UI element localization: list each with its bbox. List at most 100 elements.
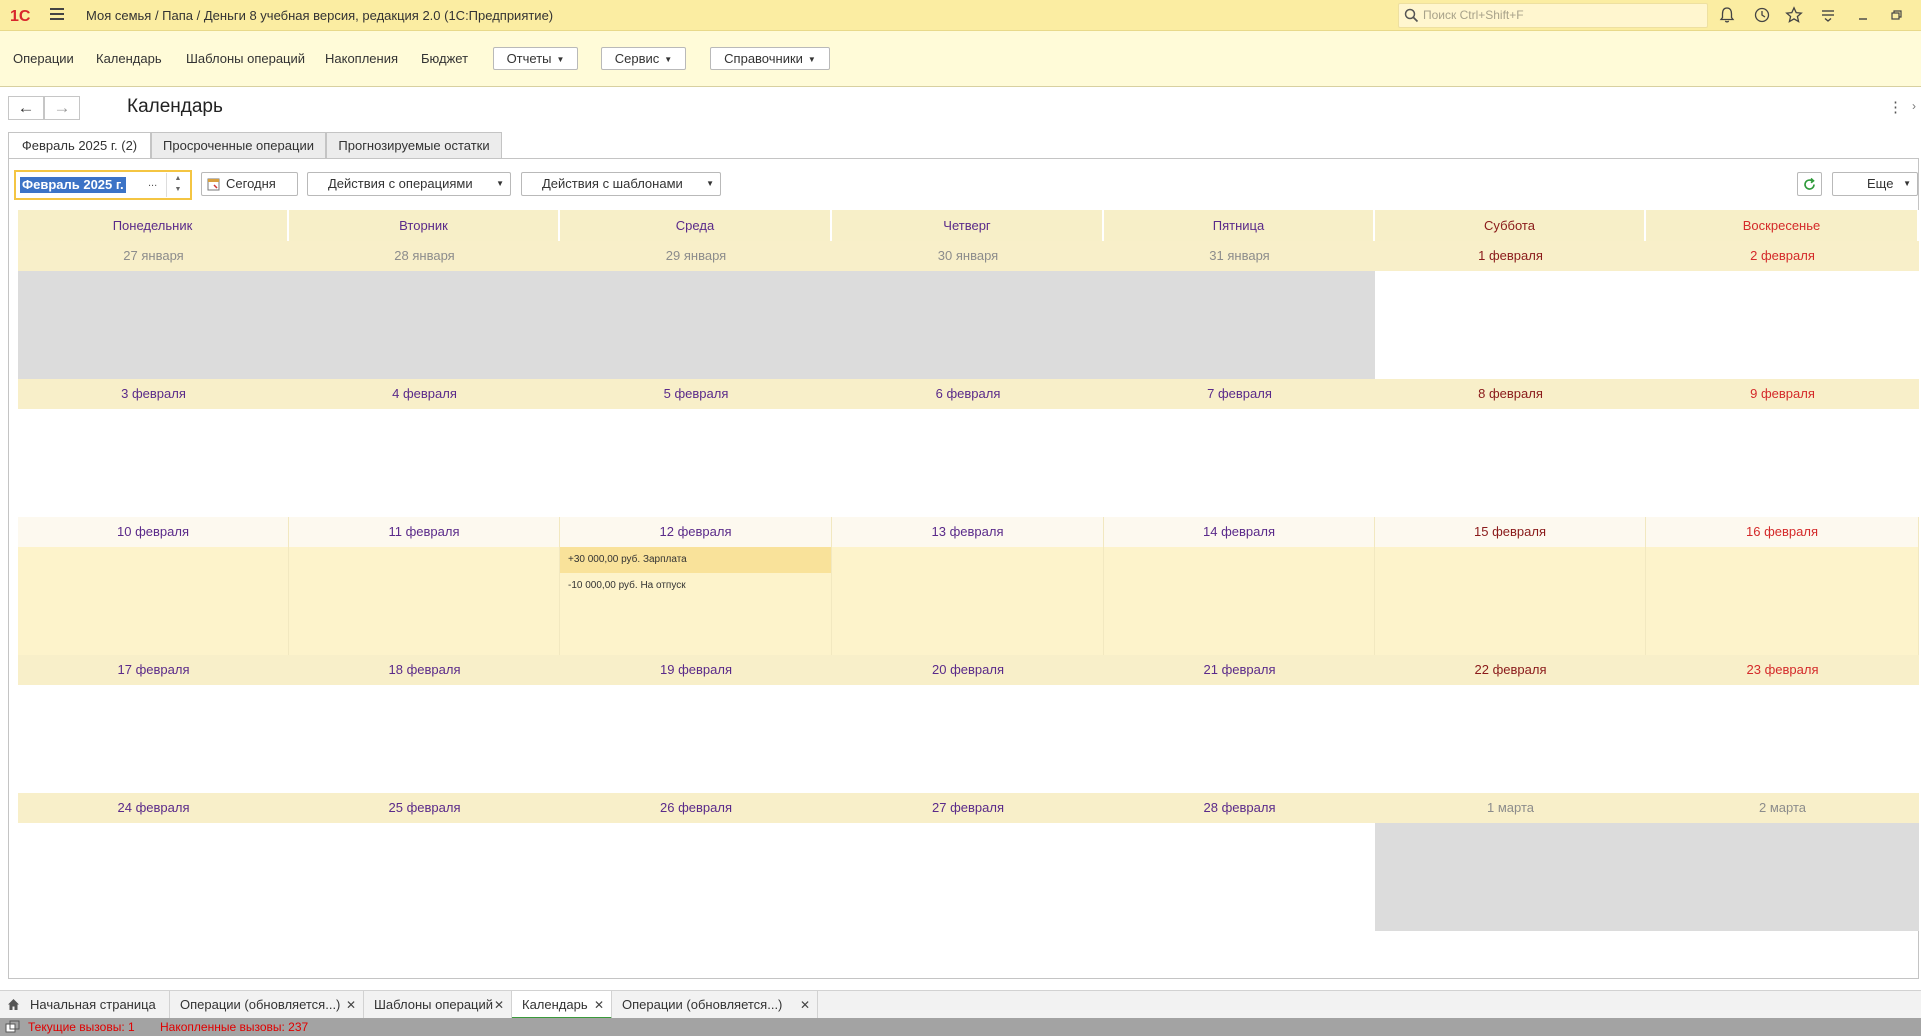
day-body[interactable] [1104,547,1374,655]
calendar-day-cell[interactable]: 22 февраля [1375,655,1646,793]
calendar-day-cell[interactable]: 11 февраля [289,517,560,655]
tab-forecast-balances[interactable]: Прогнозируемые остатки [326,132,502,159]
calendar-day-cell[interactable]: 14 февраля [1104,517,1375,655]
day-body[interactable] [1104,409,1375,517]
day-body[interactable] [832,823,1104,931]
windows-icon[interactable] [5,1020,20,1034]
calendar-day-cell[interactable]: 27 февраля [832,793,1104,931]
calendar-day-cell[interactable]: 30 января [832,241,1104,379]
main-menu-icon[interactable] [50,8,64,21]
day-body[interactable] [1646,823,1919,931]
forward-button[interactable]: → [44,96,80,120]
day-body[interactable] [832,685,1104,793]
period-field[interactable]: Февраль 2025 г. ... ▲ ▼ [14,170,192,200]
calendar-day-cell[interactable]: 23 февраля [1646,655,1919,793]
calendar-day-cell[interactable]: 17 февраля [18,655,289,793]
service-dropdown[interactable]: Сервис ▼ [601,47,686,70]
tab-february[interactable]: Февраль 2025 г. (2) [8,132,151,159]
calendar-operation-item[interactable]: -10 000,00 руб. На отпуск [560,573,831,599]
calendar-day-cell[interactable]: 8 февраля [1375,379,1646,517]
window-tab[interactable]: Календарь ✕ [512,991,612,1019]
period-value[interactable]: Февраль 2025 г. [20,177,126,193]
calendar-day-cell[interactable]: 18 февраля [289,655,560,793]
minimize-icon[interactable] [1854,6,1872,24]
1c-logo-icon[interactable]: 1С [10,6,38,24]
window-tab[interactable]: Операции (обновляется...) ✕ [170,991,364,1019]
day-body[interactable] [289,685,560,793]
calendar-day-cell[interactable]: 16 февраля [1646,517,1919,655]
close-icon[interactable]: ✕ [594,991,604,1019]
calendar-day-cell[interactable]: 25 февраля [289,793,560,931]
calendar-day-cell[interactable]: 9 февраля [1646,379,1919,517]
day-body[interactable] [1646,271,1919,379]
day-body[interactable] [560,409,832,517]
calendar-day-cell[interactable]: 12 февраля +30 000,00 руб. Зарплата -10 00… [560,517,832,655]
period-spinner[interactable]: ▲ ▼ [166,173,189,197]
day-body[interactable] [18,271,289,379]
calendar-day-cell[interactable]: 2 марта [1646,793,1919,931]
close-icon[interactable]: ✕ [346,991,356,1019]
day-body[interactable] [1375,547,1645,655]
spin-up-icon[interactable]: ▲ [175,175,182,182]
calendar-day-cell[interactable]: 28 февраля [1104,793,1375,931]
day-body[interactable] [832,409,1104,517]
close-icon[interactable]: ✕ [800,991,810,1019]
day-body[interactable] [560,685,832,793]
search-input[interactable]: Поиск Ctrl+Shift+F [1398,3,1708,28]
calendar-day-cell[interactable]: 24 февраля [18,793,289,931]
calendar-day-cell[interactable]: 1 марта [1375,793,1646,931]
settings-lines-icon[interactable] [1819,6,1837,24]
day-body[interactable] [289,409,560,517]
day-body[interactable] [1646,547,1918,655]
today-button[interactable]: Сегодня [201,172,298,196]
day-body[interactable] [1375,409,1646,517]
history-icon[interactable] [1753,6,1771,24]
calendar-day-cell[interactable]: 7 февраля [1104,379,1375,517]
tab-overdue-operations[interactable]: Просроченные операции [151,132,326,159]
day-body[interactable] [289,547,559,655]
day-body[interactable] [1375,685,1646,793]
back-button[interactable]: ← [8,96,44,120]
day-body[interactable] [832,271,1104,379]
day-body[interactable] [289,271,560,379]
day-body[interactable] [18,547,288,655]
calendar-day-cell[interactable]: 26 февраля [560,793,832,931]
day-body[interactable] [832,547,1103,655]
restore-window-icon[interactable] [1887,6,1905,24]
calendar-day-cell[interactable]: 27 января [18,241,289,379]
spin-down-icon[interactable]: ▼ [175,186,182,193]
day-body[interactable] [18,409,289,517]
day-body[interactable] [1646,685,1919,793]
day-body[interactable] [18,823,289,931]
day-body[interactable]: +30 000,00 руб. Зарплата -10 000,00 руб. … [560,547,831,655]
calendar-day-cell[interactable]: 15 февраля [1375,517,1646,655]
day-body[interactable] [18,685,289,793]
menu-item-calendar[interactable]: Календарь [96,51,162,66]
favorites-star-icon[interactable] [1785,6,1803,24]
calendar-day-cell[interactable]: 19 февраля [560,655,832,793]
window-tab[interactable]: Шаблоны операций ✕ [364,991,512,1019]
day-body[interactable] [1375,823,1646,931]
menu-item-templates[interactable]: Шаблоны операций [186,51,305,66]
catalogs-dropdown[interactable]: Справочники ▼ [710,47,830,70]
operations-actions-dropdown[interactable]: Действия с операциями ▼ [307,172,511,196]
calendar-day-cell[interactable]: 10 февраля [18,517,289,655]
calendar-day-cell[interactable]: 20 февраля [832,655,1104,793]
day-body[interactable] [1646,409,1919,517]
calendar-operation-item[interactable]: +30 000,00 руб. Зарплата [560,547,831,573]
close-icon[interactable]: ✕ [494,991,504,1019]
calendar-day-cell[interactable]: 21 февраля [1104,655,1375,793]
chevron-right-icon[interactable]: › [1912,99,1916,113]
more-vertical-icon[interactable]: ⋮ [1888,98,1903,116]
calendar-day-cell[interactable]: 6 февраля [832,379,1104,517]
calendar-day-cell[interactable]: 5 февраля [560,379,832,517]
day-body[interactable] [1104,685,1375,793]
more-actions-dropdown[interactable]: Еще ▼ [1832,172,1918,196]
calendar-day-cell[interactable]: 2 февраля [1646,241,1919,379]
bell-icon[interactable] [1718,6,1736,24]
menu-item-operations[interactable]: Операции [13,51,74,66]
day-body[interactable] [1104,271,1375,379]
day-body[interactable] [560,271,832,379]
calendar-day-cell[interactable]: 29 января [560,241,832,379]
day-body[interactable] [1104,823,1375,931]
